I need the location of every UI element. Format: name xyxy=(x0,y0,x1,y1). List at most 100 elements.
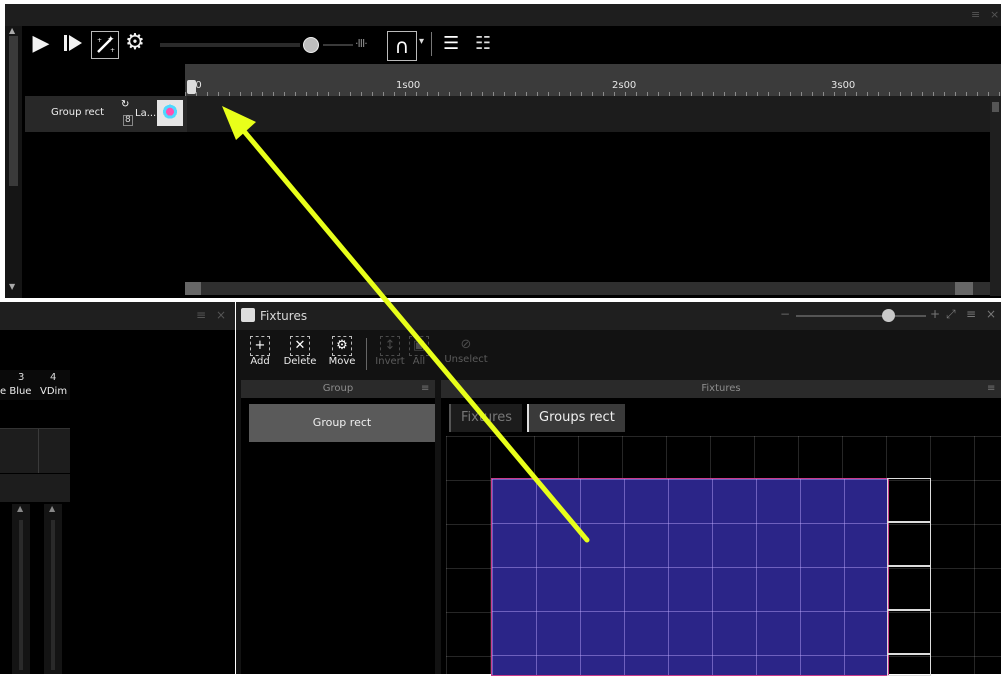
ruler-tick-2: 2s00 xyxy=(612,80,637,91)
track-count: 8 xyxy=(123,115,133,126)
group-item-selected[interactable]: Group rect xyxy=(249,404,435,442)
menu-icon[interactable]: ≡ xyxy=(966,307,976,321)
svg-text:+: + xyxy=(110,47,115,54)
scroll-down-icon[interactable]: ▼ xyxy=(9,282,15,291)
fixture-cell-empty[interactable] xyxy=(887,566,931,610)
slider-tail xyxy=(323,44,353,46)
toolbar-divider xyxy=(366,338,367,370)
channel-label-blue: e Blue xyxy=(0,386,32,397)
lower-left-titlebar: ≡ × xyxy=(0,302,235,330)
fader-cap-icon[interactable]: ▲ xyxy=(49,504,55,513)
delete-button[interactable]: ✕ Delete xyxy=(280,336,320,367)
fixtures-panel: Fixtures − + ⤢ ≡ × + Add ✕ Delete ⚙ Move… xyxy=(236,302,1001,676)
fixtures-panel-title: Fixtures xyxy=(260,309,308,323)
close-icon[interactable]: × xyxy=(216,308,226,322)
move-label: Move xyxy=(328,356,356,367)
ruler-tick-1: 1s00 xyxy=(396,80,421,91)
invert-button[interactable]: ↕ Invert xyxy=(370,336,410,367)
menu-icon[interactable]: ≡ xyxy=(971,8,980,21)
delete-icon: ✕ xyxy=(290,336,310,356)
track-row[interactable]: Group rect ↻ 8 La... xyxy=(25,96,1001,132)
fader-3[interactable]: ▲ xyxy=(12,504,30,674)
fixtures-icon xyxy=(241,308,255,322)
magic-wand-icon[interactable]: ✦ + + xyxy=(91,31,119,59)
fixture-cell-empty[interactable] xyxy=(887,478,931,522)
track-header[interactable]: Group rect ↻ 8 La... xyxy=(25,96,187,132)
unselect-button[interactable]: ⊘ Unselect xyxy=(442,336,490,365)
play-icon[interactable]: ▶ xyxy=(29,32,53,56)
menu-icon[interactable]: ≡ xyxy=(987,380,995,398)
close-icon[interactable]: × xyxy=(986,307,996,321)
chevron-down-icon[interactable]: ▾ xyxy=(419,36,424,47)
magnet-icon[interactable]: ∩ xyxy=(387,31,417,61)
hscroll-end-handle[interactable] xyxy=(955,282,973,295)
play-step-icon[interactable] xyxy=(61,32,85,60)
color-wheel-thumbnail[interactable] xyxy=(157,100,183,126)
move-button[interactable]: ⚙ Move xyxy=(322,336,362,367)
zoom-slider-track[interactable] xyxy=(796,315,926,317)
svg-text:✦: ✦ xyxy=(107,35,115,45)
fixture-cell-empty[interactable] xyxy=(887,654,931,676)
channel-cell-row xyxy=(0,428,70,473)
zoom-out-icon[interactable]: − xyxy=(780,307,790,321)
zoom-slider-knob[interactable] xyxy=(303,37,319,53)
gear-icon[interactable]: ⚙ xyxy=(121,31,149,55)
group-column-title: Group xyxy=(322,383,354,394)
tab-groups-rect[interactable]: Groups rect xyxy=(527,404,625,432)
fixtures-titlebar: Fixtures − + ⤢ ≡ × xyxy=(236,302,1001,330)
selected-fixture-group[interactable] xyxy=(491,478,889,676)
track-group-label: Group rect xyxy=(51,107,105,118)
fixture-cell-empty[interactable] xyxy=(887,610,931,654)
zoom-slider-track[interactable] xyxy=(160,43,300,47)
fixtures-column: Fixtures ≡ Fixtures Groups rect xyxy=(441,380,1001,676)
move-icon: ⚙ xyxy=(332,336,352,356)
fixture-cell-empty[interactable] xyxy=(887,522,931,566)
group-column: Group ≡ Group rect xyxy=(241,380,435,674)
fader-track xyxy=(51,520,55,670)
menu-icon[interactable]: ≡ xyxy=(196,308,206,322)
vscroll-thumb[interactable] xyxy=(992,102,999,112)
fit-icon[interactable]: ⤢ xyxy=(946,307,956,322)
unselect-label: Unselect xyxy=(444,354,488,365)
menu-icon[interactable]: ≡ xyxy=(421,380,429,398)
fader-4[interactable]: ▲ xyxy=(44,504,62,674)
delete-label: Delete xyxy=(283,356,317,367)
channel-label-vdim: VDim xyxy=(40,386,68,397)
group-column-header: Group ≡ xyxy=(241,380,435,398)
fixtures-column-title: Fixtures xyxy=(701,383,741,394)
svg-text:+: + xyxy=(97,37,102,44)
playhead-handle[interactable] xyxy=(187,80,196,94)
invert-icon: ↕ xyxy=(380,336,400,356)
timeline-horizontal-scrollbar[interactable] xyxy=(185,282,990,295)
close-icon[interactable]: × xyxy=(990,8,999,21)
add-label: Add xyxy=(250,356,270,367)
scrollbar-thumb[interactable] xyxy=(9,36,18,186)
track-layer-label: La... xyxy=(135,108,157,119)
fader-area: ▲ ▲ xyxy=(0,502,70,674)
timeline-vertical-scrollbar[interactable] xyxy=(990,96,1001,296)
timeline-panel: ≡ × ▲ ▼ ▶ ✦ + + ⚙ ·III· ∩ ▾ ☰ ☷ 00 1s00 2s… xyxy=(5,4,1001,298)
all-label: All xyxy=(412,356,426,367)
time-ruler[interactable]: 00 1s00 2s00 3s00 xyxy=(185,64,1001,98)
hscroll-thumb[interactable] xyxy=(185,282,201,295)
add-button[interactable]: + Add xyxy=(240,336,280,367)
timeline-titlebar: ≡ × xyxy=(5,4,1001,26)
all-button[interactable]: ▣ All xyxy=(406,336,432,367)
snap-icon[interactable]: ·III· xyxy=(355,37,368,50)
toolbar-divider xyxy=(431,32,432,56)
timeline-left-scrollbar[interactable]: ▲ ▼ xyxy=(5,26,22,298)
zoom-in-icon[interactable]: + xyxy=(930,307,940,321)
select-all-icon: ▣ xyxy=(409,336,429,356)
tab-fixtures[interactable]: Fixtures xyxy=(449,404,523,432)
lower-left-panel: ≡ × 3 4 e Blue VDim ▲ ▲ xyxy=(0,302,235,674)
fader-cap-icon[interactable]: ▲ xyxy=(17,504,23,513)
scroll-up-icon[interactable]: ▲ xyxy=(9,26,15,35)
zoom-slider-knob[interactable] xyxy=(882,309,895,322)
align-icon[interactable]: ☰ xyxy=(443,33,459,54)
channel-cell-row xyxy=(0,474,70,502)
loop-icon[interactable]: ↻ xyxy=(121,99,129,110)
distribute-icon[interactable]: ☷ xyxy=(475,33,491,54)
add-icon: + xyxy=(250,336,270,356)
unselect-icon: ⊘ xyxy=(460,337,472,352)
divider xyxy=(38,429,39,473)
